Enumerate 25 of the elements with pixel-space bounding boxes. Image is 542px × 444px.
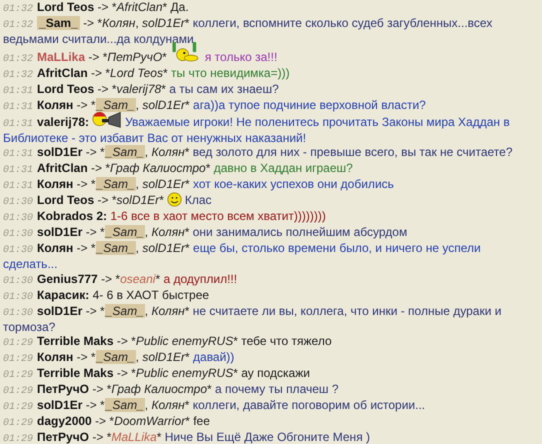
- chat-message: 01:30 solD1Er -> *_Sam_, Колян* они занимались полнейшим абсурдом: [3, 225, 408, 242]
- chat-message: 01:32 _Sam_ -> *Колян, solD1Er* коллеги, вспомните сколько судеб загубленных...всех ведьмами считали...да колдунами: [3, 16, 494, 47]
- chat-message: 01:30 Карасик: 4- 6 в ХАОТ быстрее: [3, 288, 210, 304]
- chat-message: 01:30 Lord Teos -> *solD1Er* Клас: [3, 193, 213, 210]
- smiley-icon: [166, 192, 182, 208]
- chat-message: 01:30 solD1Er -> *_Sam_, Колян* не считаете ли вы, коллега, что инки - полные дураки и тормоза?: [3, 304, 502, 334]
- chat-message: 01:29 ПетРучО -> *MaLLika* Ниче Вы Ещё Даже Обгоните Меня ): [3, 430, 372, 444]
- chat-message: 01:31 Колян -> *_Sam_, solD1Er* ага))а тупое подчиние верховной власти?: [3, 98, 427, 114]
- chat-message: 01:29 Terrible Maks -> *Public enemyRUS* тебе что тяжело: [3, 334, 333, 350]
- chat-message: 01:30 Genius777 -> *oseani* а додуплил!!!: [3, 272, 238, 288]
- chat-message: 01:32 MaLLika -> *ПетРучО* я только за!!!: [3, 46, 532, 66]
- chat-message: 01:31 solD1Er -> *_Sam_, Колян* вед золото для них - превыше всего, вы так не считаете?: [3, 145, 514, 162]
- chat-message: 01:32 Lord Teos -> *AfritClan* Да.: [3, 0, 190, 16]
- chat-message: 01:29 solD1Er -> *_Sam_, Колян* коллеги, давайте поговорим об истории...: [3, 398, 426, 414]
- chat-message: 01:29 Terrible Maks -> *Public enemyRUS* ау подскажи: [3, 366, 311, 382]
- chat-message: 01:30 Колян -> *_Sam_, solD1Er* еще бы, столько времени было, и ничего не успели сделать...: [3, 241, 482, 272]
- chat-message: 01:31 valerij78: Уважаемые игроки! Не поленитесь прочитать Законы мира Хаддан в Библиотеке - это избавит Вас от ненужных наказаний!: [3, 114, 532, 146]
- chat-message: 01:32 AfritClan -> *Lord Teos* ты что невидимка=))): [3, 66, 291, 82]
- chat-message: 01:31 Lord Teos -> *valerij78* а ты сам их знаеш?: [3, 82, 280, 98]
- chat-message: 01:29 Колян -> *_Sam_, solD1Er* давай)): [3, 350, 236, 366]
- chat-message: 01:29 ПетРучО -> *Граф Калиостро* а почему ты плачеш ?: [3, 382, 340, 398]
- chat-message: 01:31 AfritClan -> *Граф Калиостро* давно в Хаддан играеш?: [3, 161, 354, 178]
- chat-message: 01:31 Колян -> *_Sam_, solD1Er* хот кое-каких успехов они добились: [3, 177, 395, 194]
- chat-message: 01:29 dagy2000 -> *DoomWarrior* fee: [3, 414, 211, 430]
- chat-message: 01:30 Kobrados 2: 1-6 все в хаот место всем хватит)))))))): [3, 209, 327, 226]
